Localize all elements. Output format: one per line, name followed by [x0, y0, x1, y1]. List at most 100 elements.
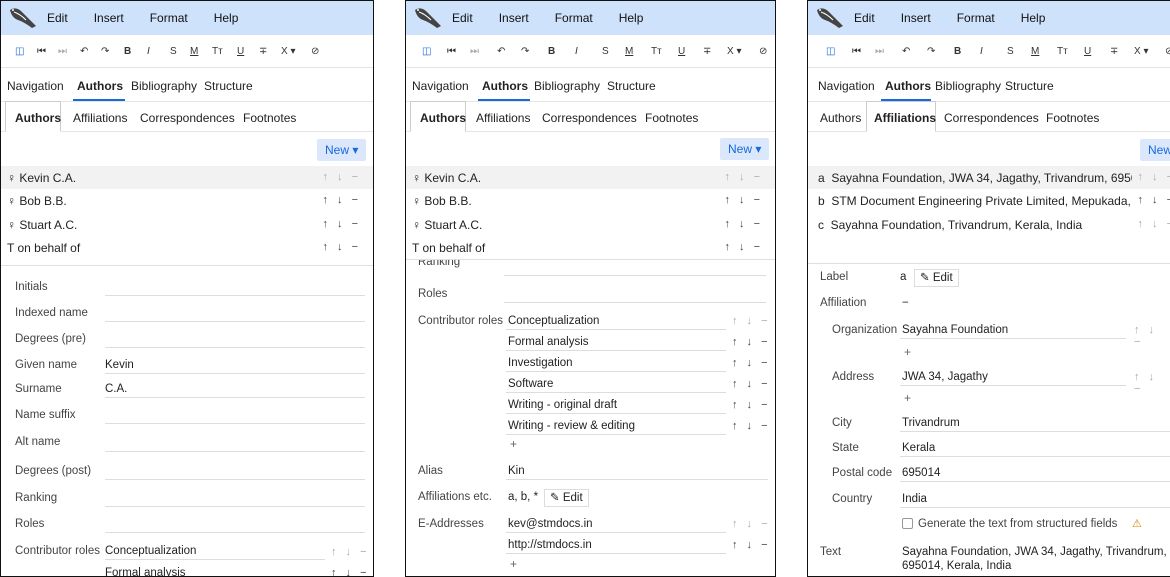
subtab-correspondences[interactable]: Correspondences	[542, 111, 637, 125]
subtab-affiliations[interactable]: Affiliations	[476, 111, 530, 125]
postal-code-value[interactable]: 695014	[902, 467, 940, 479]
reorder-arrows[interactable]: ↑ ↓ −	[732, 399, 771, 411]
affiliation-collapse[interactable]: −	[902, 297, 909, 309]
new-author-button[interactable]: New ▾	[317, 139, 367, 161]
reorder-arrows[interactable]: ↑ ↓ −	[1134, 371, 1170, 395]
text-size-button[interactable]: Tт	[212, 46, 223, 57]
link-icon[interactable]: ⊘	[311, 46, 319, 57]
e-address[interactable]: kev@stmdocs.in	[508, 518, 593, 530]
city-value[interactable]: Trivandrum	[902, 417, 960, 429]
subtab-affiliations[interactable]: Affiliations	[73, 111, 127, 125]
reorder-arrows[interactable]: ↑ ↓ −	[1137, 194, 1170, 206]
tab-navigation[interactable]: Navigation	[412, 79, 469, 93]
author-row[interactable]: ♀ Bob B.B. ↑ ↓ −	[406, 189, 775, 212]
indexed-name-field[interactable]	[105, 321, 365, 322]
reorder-arrows[interactable]: ↑ ↓ −	[322, 241, 361, 253]
clear-format-dropdown[interactable]: X ▾	[1134, 46, 1148, 57]
author-row[interactable]: ♀ Stuart A.C. ↑ ↓ −	[406, 213, 775, 236]
e-address-field[interactable]	[506, 532, 726, 533]
degrees-pre-field[interactable]	[105, 347, 365, 348]
tab-bibliography[interactable]: Bibliography	[935, 79, 1001, 93]
reorder-arrows[interactable]: ↑ ↓ −	[1137, 218, 1170, 230]
postal-code-field[interactable]	[900, 481, 1170, 482]
author-row[interactable]: ♀ Kevin C.A. ↑ ↓ −	[1, 166, 373, 189]
tab-structure[interactable]: Structure	[1005, 79, 1054, 93]
new-author-button[interactable]: New ▾	[720, 138, 770, 160]
reorder-arrows[interactable]: ↑ ↓ −	[322, 171, 361, 183]
menu-format[interactable]: Format	[957, 11, 995, 25]
menu-edit[interactable]: Edit	[854, 11, 875, 25]
subtab-footnotes[interactable]: Footnotes	[1046, 111, 1099, 125]
new-affiliation-button[interactable]: New	[1140, 139, 1170, 161]
strikethrough-button[interactable]: ∓	[1110, 46, 1118, 57]
contributor-role[interactable]: Software	[508, 378, 553, 390]
edit-affiliations-button[interactable]: ✎ Edit	[544, 489, 589, 507]
text-value-line2[interactable]: 695014, Kerala, India	[902, 560, 1011, 572]
smallcaps-button[interactable]: S	[602, 46, 609, 57]
undo-icon[interactable]: ↶	[497, 46, 505, 57]
contributor-role-field[interactable]	[506, 350, 726, 351]
alias-value[interactable]: Kin	[508, 465, 525, 477]
country-field[interactable]	[900, 507, 1170, 508]
ranking-field[interactable]	[504, 275, 766, 276]
contributor-role-field[interactable]	[506, 434, 726, 435]
affiliation-row[interactable]: c Sayahna Foundation, Trivandrum, Kerala…	[808, 213, 1170, 236]
author-row[interactable]: T on behalf of ↑ ↓ −	[406, 236, 775, 259]
alt-name-field[interactable]	[105, 451, 365, 452]
contributor-role[interactable]: Investigation	[508, 357, 573, 369]
italic-button[interactable]: I	[575, 46, 578, 57]
underline-button[interactable]: U	[678, 46, 685, 57]
roles-field[interactable]	[105, 532, 365, 533]
organization-field[interactable]	[900, 338, 1126, 339]
given-name-field[interactable]	[105, 373, 365, 374]
reorder-arrows[interactable]: ↑ ↓ −	[732, 420, 771, 432]
menu-edit[interactable]: Edit	[47, 11, 68, 25]
last-icon[interactable]: ⏭	[875, 46, 884, 57]
reorder-arrows[interactable]: ↑ ↓ −	[1134, 324, 1170, 348]
subtab-footnotes[interactable]: Footnotes	[645, 111, 698, 125]
last-icon[interactable]: ⏭	[470, 46, 479, 57]
author-row[interactable]: ♀ Stuart A.C. ↑ ↓ −	[1, 213, 373, 236]
contributor-role[interactable]: Conceptualization	[105, 545, 196, 557]
tab-navigation[interactable]: Navigation	[818, 79, 875, 93]
reorder-arrows[interactable]: ↑ ↓ −	[724, 218, 763, 230]
reorder-arrows[interactable]: ↑ ↓ −	[732, 518, 771, 530]
menu-insert[interactable]: Insert	[499, 11, 529, 25]
surname-value[interactable]: C.A.	[105, 383, 127, 395]
text-value-line1[interactable]: Sayahna Foundation, JWA 34, Jagathy, Tri…	[902, 546, 1167, 558]
given-name-value[interactable]: Kevin	[105, 359, 134, 371]
bold-button[interactable]: B	[954, 46, 961, 57]
affiliation-row[interactable]: a Sayahna Foundation, JWA 34, Jagathy, T…	[808, 166, 1170, 189]
subtab-correspondences[interactable]: Correspondences	[140, 111, 235, 125]
e-address-field[interactable]	[506, 553, 726, 554]
menu-insert[interactable]: Insert	[901, 11, 931, 25]
link-icon[interactable]: ⊘	[1165, 46, 1170, 57]
affiliation-row[interactable]: b STM Document Engineering Private Limit…	[808, 189, 1170, 212]
reorder-arrows[interactable]: ↑ ↓ −	[724, 171, 763, 183]
surname-field[interactable]	[105, 397, 365, 398]
contributor-role[interactable]: Formal analysis	[508, 336, 589, 348]
name-suffix-field[interactable]	[105, 423, 365, 424]
clear-format-dropdown[interactable]: X ▾	[727, 46, 741, 57]
subtab-correspondences[interactable]: Correspondences	[944, 111, 1039, 125]
add-e-address-button[interactable]: +	[510, 557, 517, 571]
contributor-role-field[interactable]	[506, 371, 726, 372]
menu-format[interactable]: Format	[555, 11, 593, 25]
reorder-arrows[interactable]: ↑ ↓ −	[322, 218, 361, 230]
contributor-role-field[interactable]	[105, 559, 325, 560]
reorder-arrows[interactable]: ↑ ↓ −	[732, 315, 771, 327]
contributor-role[interactable]: Formal analysis	[105, 567, 186, 576]
link-icon[interactable]: ⊘	[759, 46, 767, 57]
reorder-arrows[interactable]: ↑ ↓ −	[331, 567, 370, 576]
tab-authors[interactable]: Authors	[77, 79, 123, 93]
underline-button[interactable]: U	[1084, 46, 1091, 57]
reorder-arrows[interactable]: ↑ ↓ −	[732, 539, 771, 551]
first-icon[interactable]: ⏮	[447, 46, 456, 57]
degrees-post-field[interactable]	[105, 479, 365, 480]
edit-label-button[interactable]: ✎ Edit	[914, 269, 959, 287]
menu-help[interactable]: Help	[1021, 11, 1046, 25]
reorder-arrows[interactable]: ↑ ↓ −	[331, 546, 370, 558]
contributor-role-field[interactable]	[506, 392, 726, 393]
mark-button[interactable]: M	[190, 46, 198, 57]
tab-bibliography[interactable]: Bibliography	[534, 79, 600, 93]
